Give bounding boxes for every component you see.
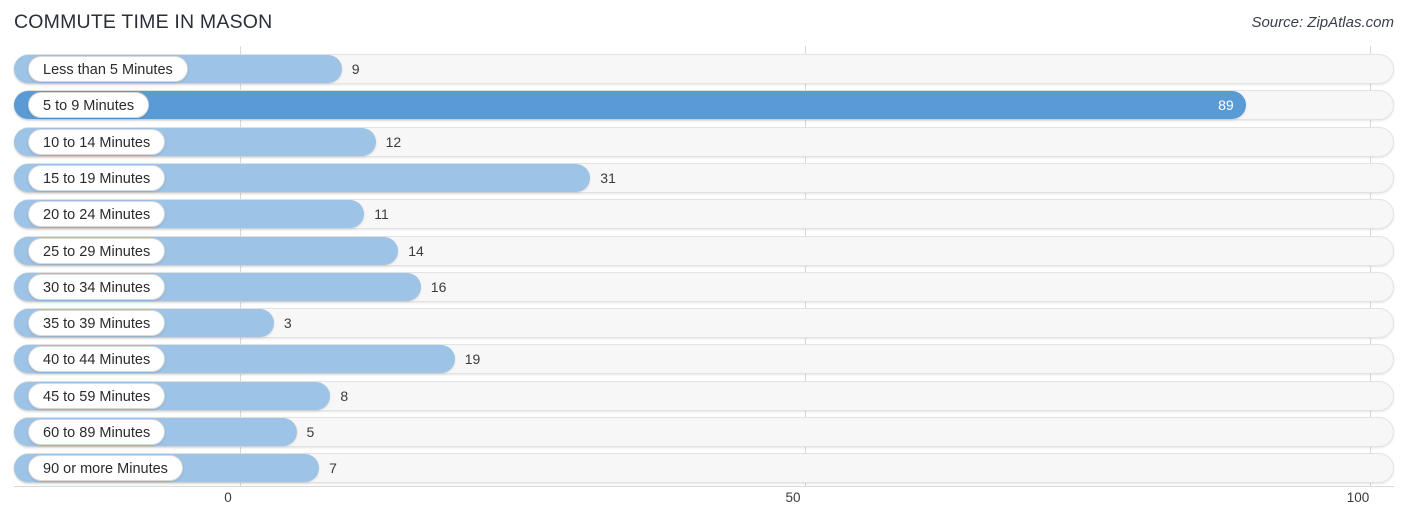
category-label: 40 to 44 Minutes (28, 346, 166, 373)
bar-value-label: 19 (464, 351, 481, 368)
bar-value-label: 3 (283, 315, 292, 332)
bar-value-label: 9 (351, 61, 360, 77)
chart-row[interactable]: Less than 5 Minutes 9 (14, 54, 1394, 84)
bar-value-label: 31 (600, 169, 616, 186)
category-label: Less than 5 Minutes (28, 56, 188, 82)
bar-rows: Less than 5 Minutes 9 5 to 9 Minutes 89 10 t… (0, 46, 1406, 486)
bar-value-label: 14 (408, 242, 424, 259)
x-tick-label: 100 (1346, 490, 1370, 505)
x-tick-label: 0 (224, 490, 232, 505)
chart-row[interactable]: 40 to 44 Minutes 19 (14, 344, 1394, 375)
chart-row[interactable]: 45 to 59 Minutes 8 (14, 380, 1394, 411)
chart-row[interactable]: 5 to 9 Minutes 89 (14, 90, 1394, 121)
category-label: 10 to 14 Minutes (28, 128, 166, 155)
category-label: 20 to 24 Minutes (28, 201, 166, 228)
chart-row[interactable]: 90 or more Minutes 7 (14, 453, 1394, 484)
category-label: 45 to 59 Minutes (28, 382, 166, 409)
category-label: 60 to 89 Minutes (28, 419, 166, 445)
page-title: COMMUTE TIME IN MASON (14, 11, 273, 33)
x-axis: 0 50 100 (0, 486, 1406, 524)
chart-row[interactable]: 25 to 29 Minutes 14 (14, 235, 1394, 266)
bar-value-label: 8 (340, 387, 349, 404)
source-attribution: Source: ZipAtlas.com (1251, 14, 1394, 31)
chart-header: COMMUTE TIME IN MASON Source: ZipAtlas.c… (0, 0, 1406, 46)
category-label: 35 to 39 Minutes (28, 310, 166, 337)
bar-value-label: 12 (385, 133, 402, 150)
category-label: 30 to 34 Minutes (28, 273, 166, 300)
bar-value-label: 7 (329, 460, 337, 477)
bar-value-label: 5 (306, 424, 315, 440)
bar-2[interactable] (14, 91, 1246, 120)
chart-row[interactable]: 60 to 89 Minutes 5 (14, 417, 1394, 447)
chart-row[interactable]: 35 to 39 Minutes 3 (14, 308, 1394, 339)
bar-value-label: 16 (430, 278, 447, 295)
category-label: 90 or more Minutes (28, 455, 183, 482)
bar-value-label: 11 (374, 206, 389, 223)
category-label: 25 to 29 Minutes (28, 237, 166, 264)
chart-row[interactable]: 10 to 14 Minutes 12 (14, 126, 1394, 157)
x-tick-label: 50 (785, 490, 801, 505)
category-label: 5 to 9 Minutes (28, 92, 150, 119)
chart-row[interactable]: 30 to 34 Minutes 16 (14, 271, 1394, 302)
axis-line (14, 486, 1394, 487)
category-label: 15 to 19 Minutes (28, 164, 166, 191)
bar-value-label: 89 (1218, 97, 1234, 114)
chart-row[interactable]: 20 to 24 Minutes 11 (14, 199, 1394, 230)
chart-row[interactable]: 15 to 19 Minutes 31 (14, 162, 1394, 193)
chart-plot-area: Less than 5 Minutes 9 5 to 9 Minutes 89 10 t… (0, 46, 1406, 486)
